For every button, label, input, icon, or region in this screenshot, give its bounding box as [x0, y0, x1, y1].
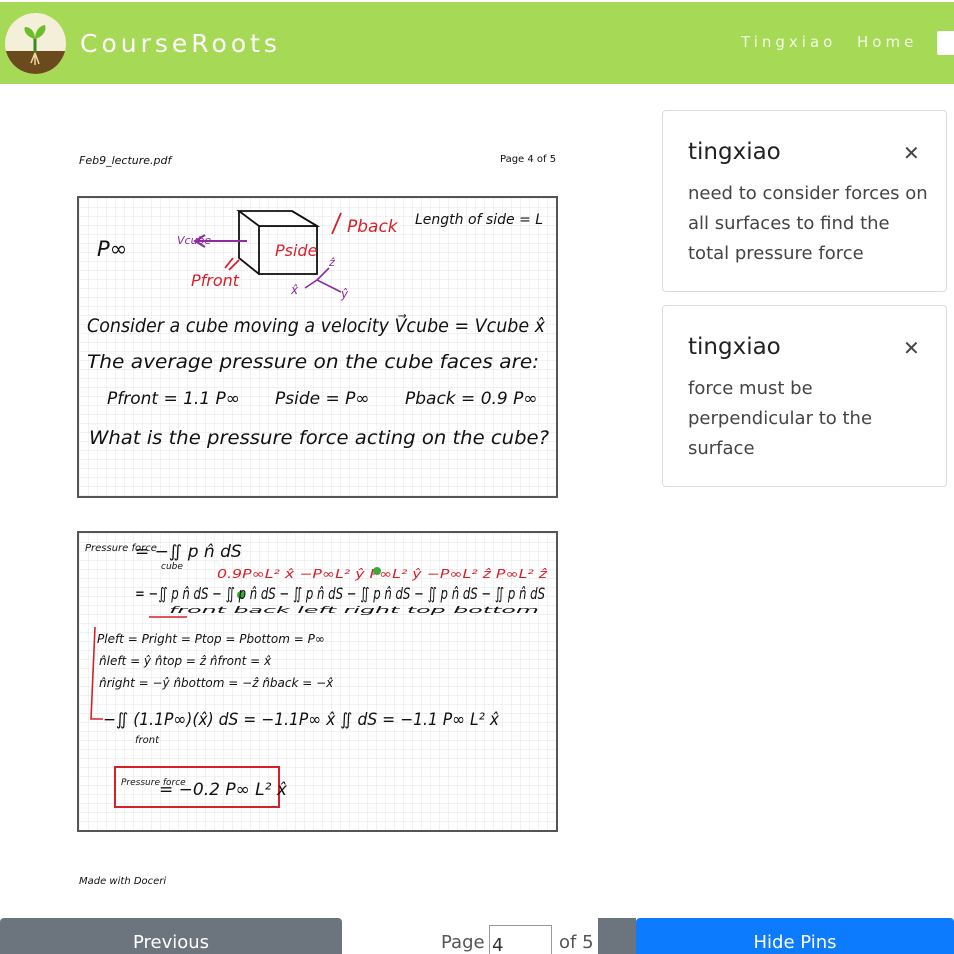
slide2-eq1: = −∬ p n̂ dS: [135, 542, 242, 562]
navbar: CourseRoots Tingxiao Home: [0, 2, 954, 84]
slide2-red-terms: 0.9P∞L² x̂ −P∞L² ŷ P∞L² ŷ −P∞L² ẑ P∞L² ẑ: [217, 567, 548, 581]
previous-button[interactable]: Previous: [0, 918, 342, 954]
nav-home-link[interactable]: Home: [857, 33, 917, 51]
document-footer: Made with Doceri: [79, 876, 167, 887]
slide1-line1: Consider a cube moving a velocity V⃗cube…: [87, 314, 546, 337]
slide-image-bottom[interactable]: Pressure force = −∬ p n̂ dS cube 0.9P∞L²…: [77, 531, 558, 832]
pin-card: tingxiao ✕ need to consider forces on al…: [662, 110, 947, 292]
pin-marker-2[interactable]: [373, 567, 381, 575]
slide2-eq3: −∬ (1.1P∞)(x̂) dS = −1.1P∞ x̂ ∬ dS = −1.…: [103, 710, 500, 730]
pin-comment: need to consider forces on all surfaces …: [688, 183, 928, 264]
document-page-label: Page 4 of 5: [500, 154, 557, 165]
axis-z-label: ẑ: [328, 256, 335, 269]
p-side-label: Pside: [275, 241, 318, 260]
slide2-eq2: = −∬ p n̂ dS − ∬ p n̂ dS − ∬ p n̂ dS − ∬…: [135, 584, 545, 603]
axis-y-label: ŷ: [340, 287, 349, 301]
pin-comment: force must be perpendicular to the surfa…: [688, 378, 873, 459]
p-back-label: Pback: [347, 217, 399, 237]
page-total: of 5: [559, 932, 594, 953]
slide2-line-n1: n̂left = ŷ n̂top = ẑ n̂front = x̂: [99, 654, 272, 668]
slide2-line-p: Pleft = Pright = Ptop = Pbottom = P∞: [97, 632, 325, 646]
slide2-eq3-sub: front: [135, 735, 160, 746]
close-icon[interactable]: ✕: [903, 141, 920, 165]
sprout-logo-icon[interactable]: [5, 13, 66, 74]
hide-pins-button[interactable]: Hide Pins: [636, 918, 954, 954]
nav-user-link[interactable]: Tingxiao: [741, 33, 836, 51]
pin-author: tingxiao: [688, 139, 781, 165]
app-root: CourseRoots Tingxiao Home Feb9_lecture.p…: [0, 0, 954, 954]
page-word: Page: [441, 932, 485, 953]
page-number-input[interactable]: [489, 925, 552, 954]
slide2-eq1-sub: cube: [161, 562, 183, 572]
slide2-line-n2: n̂right = −ŷ n̂bottom = −ẑ n̂back = −x̂: [99, 676, 334, 690]
slide1-p-back-eq: Pback = 0.9 P∞: [405, 389, 538, 409]
close-icon[interactable]: ✕: [903, 336, 920, 360]
p-front-label: Pfront: [191, 271, 240, 290]
v-cube-label: Vcube: [177, 234, 212, 247]
slide-image-top[interactable]: P∞ Vcube Pfront Pside Pback Length of si…: [77, 196, 558, 498]
document-icon[interactable]: [937, 31, 954, 55]
slide1-p-front-eq: Pfront = 1.1 P∞: [107, 389, 240, 409]
brand-name[interactable]: CourseRoots: [80, 29, 281, 58]
pin-author: tingxiao: [688, 334, 781, 360]
slide1-line4: What is the pressure force acting on the…: [89, 427, 549, 449]
next-button-edge[interactable]: [598, 918, 636, 954]
slide2-eq2-subs: front back left right top bottom: [169, 606, 540, 616]
pin-card: tingxiao ✕ force must be perpendicular t…: [662, 305, 947, 487]
p-infinity-label: P∞: [97, 237, 127, 261]
document-filename: Feb9_lecture.pdf: [79, 154, 172, 167]
slide1-line2: The average pressure on the cube faces a…: [87, 351, 539, 373]
axis-x-label: x̂: [290, 283, 299, 297]
length-of-side-label: Length of side = L: [415, 212, 543, 228]
slide1-p-side-eq: Pside = P∞: [275, 389, 370, 409]
result-value: = −0.2 P∞ L² x̂: [159, 780, 288, 800]
